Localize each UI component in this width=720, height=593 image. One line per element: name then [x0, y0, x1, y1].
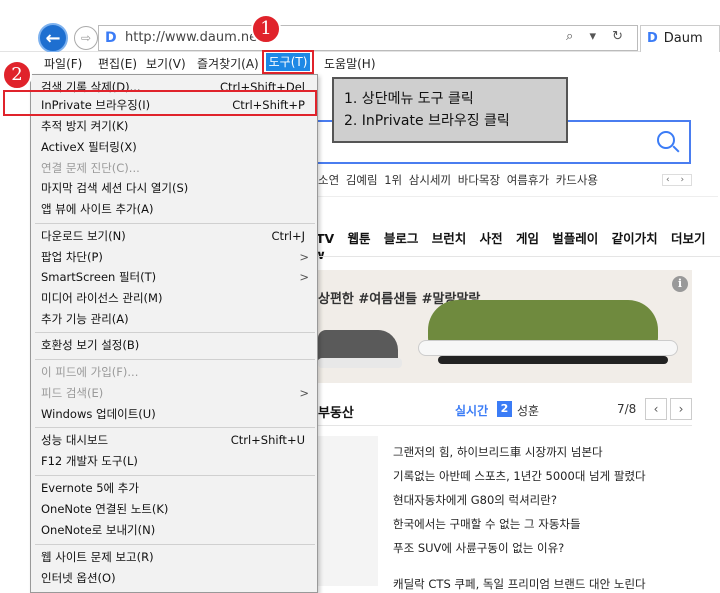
tools-dropdown-menu: 검색 기록 삭제(D)... Ctrl+Shift+Del InPrivate 브…: [30, 74, 318, 593]
sandal-sole: [418, 340, 678, 356]
menu-item-subscribe-feed: 이 피드에 가입(F)...: [41, 365, 139, 379]
menu-separator: [35, 223, 315, 224]
menu-item-report-problem[interactable]: 웹 사이트 문제 보고(R): [41, 547, 315, 567]
menu-edit[interactable]: 편집(E): [98, 55, 137, 72]
divider: [318, 196, 718, 197]
prev-button[interactable]: ‹: [645, 398, 667, 420]
menu-item-add-app-view[interactable]: 앱 뷰에 사이트 추가(A): [41, 199, 315, 219]
trending-keywords[interactable]: 소연 김예림 1위 삼시세끼 바다목장 여름휴가 카드사용: [318, 172, 598, 188]
menu-view[interactable]: 보기(V): [146, 55, 186, 72]
menu-item-popup-blocker[interactable]: 팝업 차단(P) >: [41, 247, 315, 267]
address-bar[interactable]: D http://www.daum.net/ ⌕ ▾ ↻: [98, 25, 638, 51]
next-button[interactable]: ›: [670, 398, 692, 420]
news-item[interactable]: 한국에서는 구매할 수 없는 그 자동차들: [393, 516, 581, 532]
menu-item-reopen-session[interactable]: 마지막 검색 세션 다시 열기(S): [41, 178, 315, 198]
menu-item-perf-dashboard[interactable]: 성능 대시보드 Ctrl+Shift+U: [41, 430, 315, 450]
instruction-note: 1. 상단메뉴 도구 클릭 2. InPrivate 브라우징 클릭: [332, 77, 568, 143]
news-item[interactable]: 현대자동차에게 G80의 럭셔리란?: [393, 492, 557, 508]
menu-item-smartscreen[interactable]: SmartScreen 필터(T) >: [41, 267, 315, 287]
submenu-arrow-icon: >: [299, 250, 309, 264]
live-keyword[interactable]: 성훈: [517, 402, 539, 419]
menu-item-f12-devtools[interactable]: F12 개발자 도구(L): [41, 451, 315, 471]
address-row: ← ⇨ D http://www.daum.net/ ⌕ ▾ ↻ D Daum: [0, 0, 720, 53]
sandal-ad-banner[interactable]: 상편한 #여름샌들 #말랑말랑: [318, 270, 692, 383]
menu-item-onenote-linked[interactable]: OneNote 연결된 노트(K): [41, 499, 315, 519]
sandal-outsole: [438, 356, 668, 364]
back-arrow-icon[interactable]: ←: [38, 23, 68, 53]
news-item[interactable]: 그랜저의 힘, 하이브리드車 시장까지 넘본다: [393, 444, 603, 460]
note-line-2: 2. InPrivate 브라우징 클릭: [344, 113, 510, 129]
menu-item-evernote[interactable]: Evernote 5에 추가: [41, 478, 315, 498]
menu-separator: [35, 332, 315, 333]
menu-item-internet-options[interactable]: 인터넷 옵션(O): [41, 568, 315, 588]
page-indicator: 7/8: [617, 402, 637, 416]
live-rank-badge: 2: [497, 401, 512, 417]
tab-favicon: D: [647, 31, 658, 46]
menu-bar: 파일(F) 편집(E) 보기(V) 즐겨찾기(A) 도움말(H): [0, 52, 720, 74]
menu-item-tracking-protection[interactable]: 추적 방지 켜기(K): [41, 116, 315, 136]
search-icon[interactable]: [657, 131, 675, 149]
menu-item-windows-update[interactable]: Windows 업데이트(U): [41, 404, 315, 424]
menu-separator: [35, 475, 315, 476]
menu-tools-label: 도구(T): [266, 53, 310, 71]
tab-daum[interactable]: D Daum: [640, 25, 720, 52]
menu-item-diagnose: 연결 문제 진단(C)...: [41, 161, 140, 175]
step-badge-1: 1: [251, 14, 281, 44]
news-item[interactable]: 캐딜락 CTS 쿠페, 독일 프리미엄 브랜드 대안 노린다: [393, 576, 646, 592]
search-refresh-icons[interactable]: ⌕ ▾ ↻: [566, 29, 629, 44]
menu-item-addons[interactable]: 추가 기능 관리(A): [41, 309, 315, 329]
info-icon[interactable]: i: [672, 276, 688, 292]
menu-separator: [35, 427, 315, 428]
menu-item-feed-discovery: 피드 검색(E) >: [41, 383, 315, 403]
divider: [318, 256, 720, 257]
section-title[interactable]: 부동산: [318, 402, 354, 421]
news-item[interactable]: 푸조 SUV에 사륜구동이 없는 이유?: [393, 540, 564, 556]
menu-item-media-license[interactable]: 미디어 라이선스 관리(M): [41, 288, 315, 308]
divider: [318, 425, 692, 426]
submenu-arrow-icon: >: [299, 386, 309, 400]
inprivate-highlight: [3, 90, 317, 116]
forward-arrow-icon[interactable]: ⇨: [74, 26, 98, 50]
menu-item-compat-view[interactable]: 호환성 보기 설정(B): [41, 335, 315, 355]
menu-item-downloads[interactable]: 다운로드 보기(N) Ctrl+J: [41, 226, 315, 246]
menu-favorites[interactable]: 즐겨찾기(A): [197, 55, 259, 72]
menu-tools[interactable]: 도구(T): [262, 50, 314, 74]
menu-file[interactable]: 파일(F): [44, 55, 82, 72]
sandal-sole: [318, 358, 402, 368]
news-item[interactable]: 기록없는 아반떼 스포츠, 1년간 5000대 넘게 팔렸다: [393, 468, 646, 484]
submenu-arrow-icon: >: [299, 270, 309, 284]
menu-help[interactable]: 도움말(H): [324, 55, 376, 72]
menu-item-send-to-onenote[interactable]: OneNote로 보내기(N): [41, 520, 315, 540]
trending-nav[interactable]: ‹ ›: [662, 174, 693, 186]
menu-separator: [35, 544, 315, 545]
menu-separator: [35, 359, 315, 360]
tab-title: Daum: [663, 31, 703, 46]
news-thumbnail[interactable]: [318, 436, 378, 586]
step-badge-2: 2: [2, 60, 32, 90]
live-label: 실시간: [455, 404, 489, 418]
note-line-1: 1. 상단메뉴 도구 클릭: [344, 91, 474, 107]
url-text[interactable]: http://www.daum.net/: [125, 30, 267, 45]
menu-item-activex[interactable]: ActiveX 필터링(X): [41, 137, 315, 157]
site-favicon: D: [105, 30, 117, 46]
